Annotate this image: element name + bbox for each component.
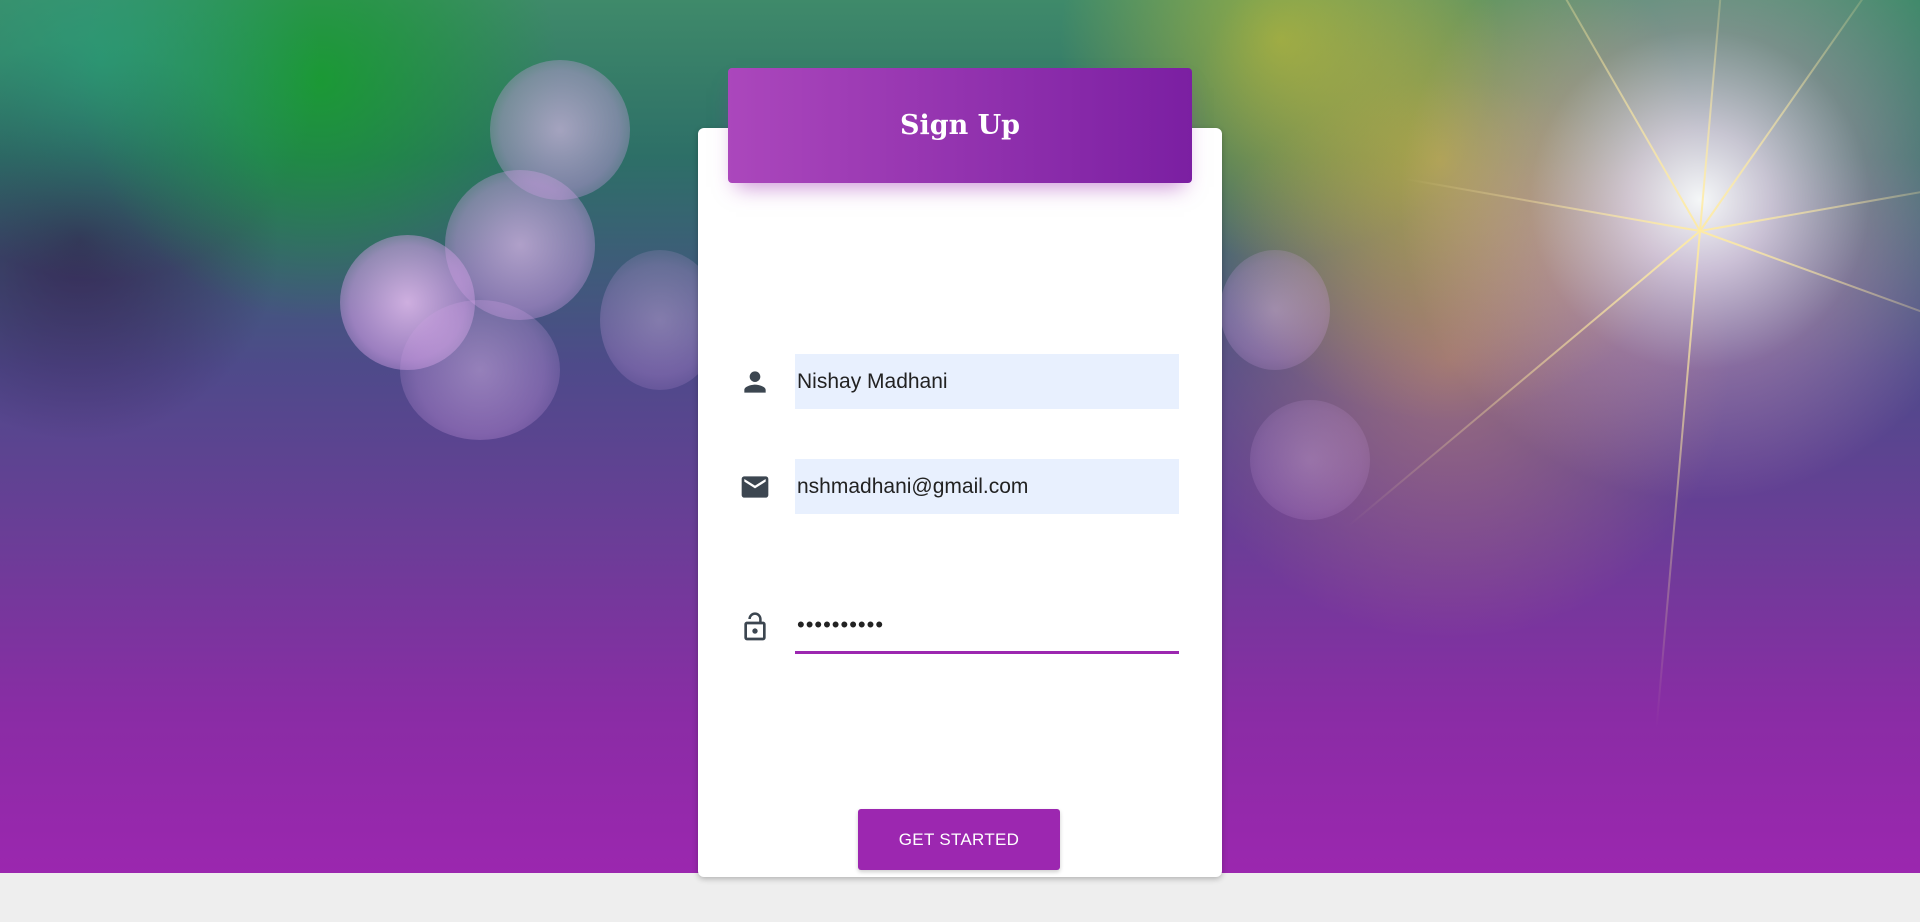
lock-icon bbox=[735, 607, 775, 647]
email-field-row bbox=[735, 459, 1179, 514]
person-icon bbox=[735, 362, 775, 402]
name-input[interactable] bbox=[795, 354, 1179, 409]
email-icon bbox=[735, 467, 775, 507]
page: Sign Up GET STARTED bbox=[0, 0, 1920, 922]
page-title: Sign Up bbox=[899, 110, 1021, 141]
password-input[interactable] bbox=[795, 599, 1179, 654]
name-field-row bbox=[735, 354, 1179, 409]
email-input[interactable] bbox=[795, 459, 1179, 514]
get-started-button[interactable]: GET STARTED bbox=[858, 809, 1060, 870]
password-field-row bbox=[735, 599, 1179, 654]
card-header: Sign Up bbox=[728, 68, 1192, 183]
